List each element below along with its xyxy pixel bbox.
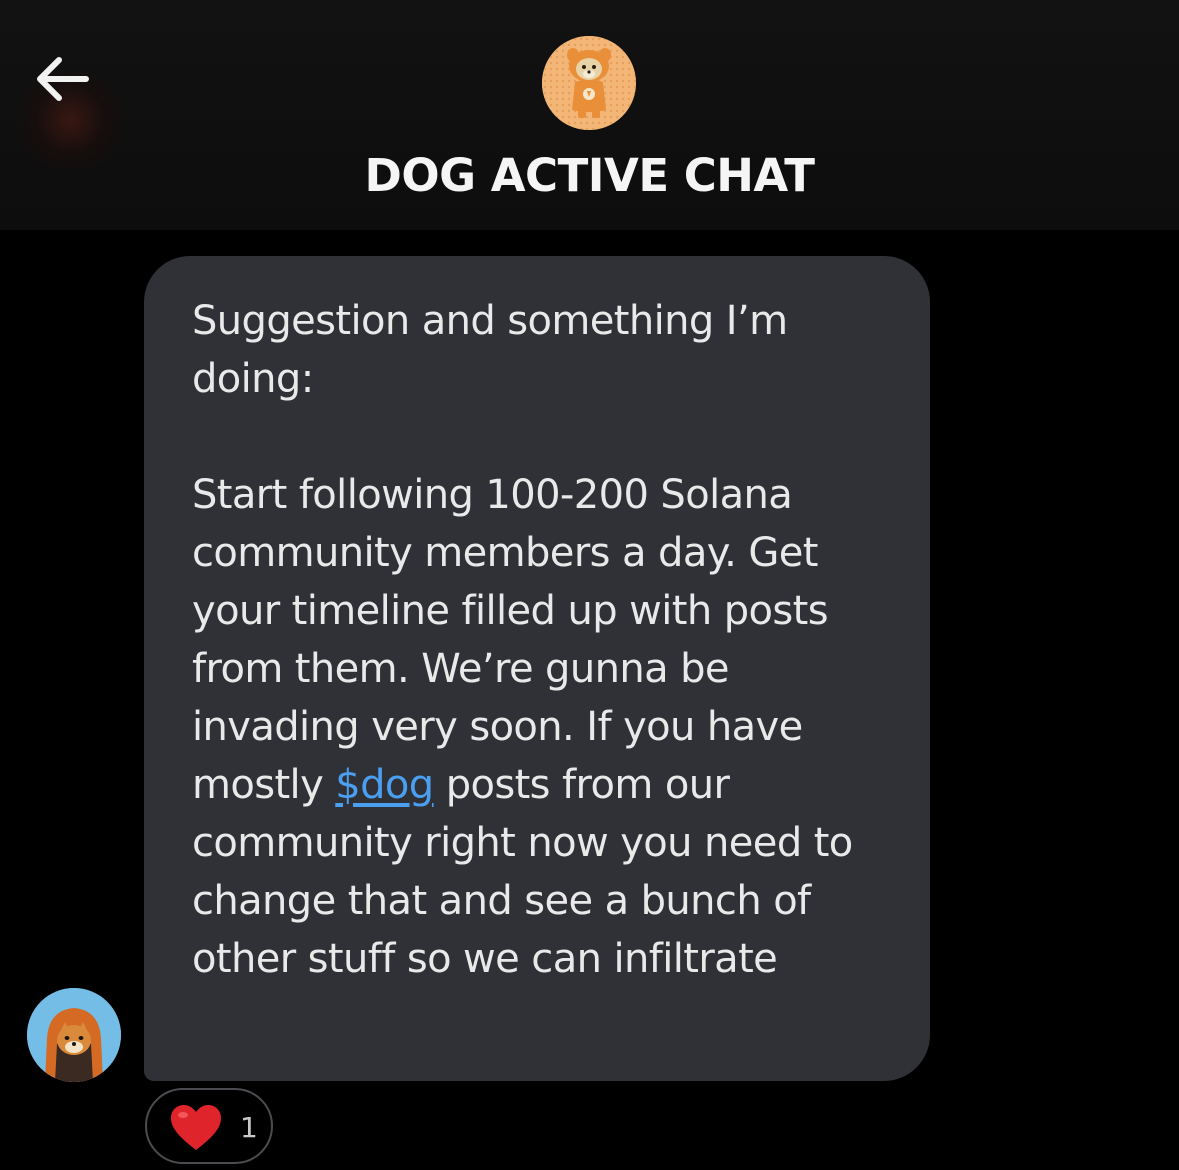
message-paragraph: Suggestion and something I’m doing: bbox=[192, 298, 788, 402]
chat-header: DOG ACTIVE CHAT bbox=[0, 0, 1179, 230]
dog-avatar-icon bbox=[542, 36, 636, 130]
arrow-left-icon bbox=[37, 57, 89, 101]
message-paragraph: Start following 100-200 Solana community… bbox=[192, 466, 890, 988]
message-bubble[interactable]: Suggestion and something I’m doing: Star… bbox=[144, 256, 930, 1081]
message-row: Suggestion and something I’m doing: Star… bbox=[0, 256, 1179, 1170]
sender-avatar[interactable] bbox=[27, 988, 121, 1082]
group-avatar[interactable] bbox=[542, 36, 636, 130]
chat-screen: DOG ACTIVE CHAT Suggestion and something… bbox=[0, 0, 1179, 1170]
shiba-ninja-avatar-icon bbox=[27, 988, 121, 1082]
red-heart-icon bbox=[171, 1105, 221, 1150]
chat-title: DOG ACTIVE CHAT bbox=[364, 149, 815, 202]
cashtag-link[interactable]: $dog bbox=[335, 762, 434, 808]
back-button[interactable] bbox=[28, 48, 94, 108]
reaction-pill[interactable]: 1 bbox=[145, 1088, 273, 1164]
message-text: Start following 100-200 Solana community… bbox=[192, 472, 829, 808]
reaction-count: 1 bbox=[240, 1111, 258, 1144]
